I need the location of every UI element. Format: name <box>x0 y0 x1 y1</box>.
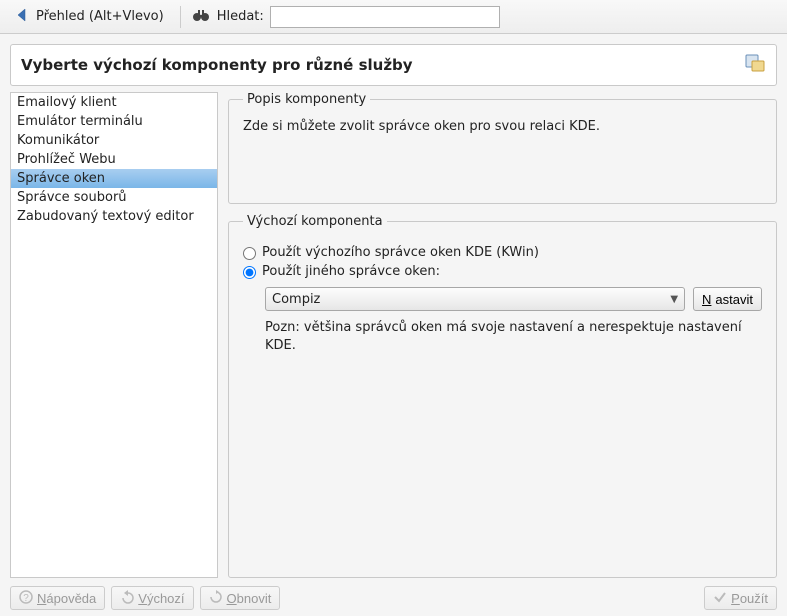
wm-note: Pozn: většina správců oken má svoje nast… <box>265 319 762 354</box>
sidebar-item[interactable]: Emulátor terminálu <box>11 112 217 131</box>
sidebar-item[interactable]: Prohlížeč Webu <box>11 150 217 169</box>
toolbar: Přehled (Alt+Vlevo) Hledat: <box>0 0 787 34</box>
reset-button[interactable]: Obnovit <box>200 586 281 610</box>
chevron-down-icon: ▼ <box>670 294 678 305</box>
page-title: Vyberte výchozí komponenty pro různé slu… <box>21 56 413 74</box>
radio-other-label: Použít jiného správce oken: <box>262 264 440 279</box>
apply-button[interactable]: Použít <box>704 586 777 610</box>
radio-kwin-input[interactable] <box>243 247 256 260</box>
default-component-group: Výchozí komponenta Použít výchozího sprá… <box>228 214 777 578</box>
content-area: Emailový klientEmulátor termináluKomunik… <box>0 92 787 582</box>
description-group: Popis komponenty Zde si můžete zvolit sp… <box>228 92 777 204</box>
component-list: Emailový klientEmulátor termináluKomunik… <box>10 92 218 578</box>
wm-dropdown-value: Compiz <box>272 292 320 307</box>
check-icon <box>713 590 727 607</box>
sidebar-item[interactable]: Komunikátor <box>11 131 217 150</box>
radio-use-other[interactable]: Použít jiného správce oken: <box>243 264 762 279</box>
description-legend: Popis komponenty <box>243 92 370 107</box>
sidebar-item[interactable]: Emailový klient <box>11 93 217 112</box>
defaults-button[interactable]: Výchozí <box>111 586 193 610</box>
back-arrow-icon <box>14 6 32 28</box>
component-icon <box>744 53 766 77</box>
binoculars-icon <box>191 7 211 27</box>
search-label: Hledat: <box>217 9 264 24</box>
radio-kwin-label: Použít výchozího správce oken KDE (KWin) <box>262 245 539 260</box>
back-label: Přehled (Alt+Vlevo) <box>36 9 164 24</box>
wm-dropdown[interactable]: Compiz ▼ <box>265 287 685 311</box>
configure-button[interactable]: Nastavit <box>693 287 762 311</box>
toolbar-separator <box>180 6 181 28</box>
page-title-bar: Vyberte výchozí komponenty pro různé slu… <box>10 44 777 86</box>
radio-other-input[interactable] <box>243 266 256 279</box>
sidebar-item[interactable]: Správce souborů <box>11 188 217 207</box>
refresh-icon <box>209 590 223 607</box>
back-button[interactable]: Přehled (Alt+Vlevo) <box>8 3 170 31</box>
search-input[interactable] <box>270 6 500 28</box>
radio-use-kwin[interactable]: Použít výchozího správce oken KDE (KWin) <box>243 245 762 260</box>
help-button[interactable]: ? Nápověda <box>10 586 105 610</box>
configure-rest: astavit <box>715 292 753 307</box>
button-bar: ? Nápověda Výchozí Obnovit Použít <box>0 582 787 616</box>
default-component-legend: Výchozí komponenta <box>243 214 387 229</box>
svg-text:?: ? <box>23 593 29 604</box>
description-text: Zde si můžete zvolit správce oken pro sv… <box>243 119 762 134</box>
undo-icon <box>120 590 134 607</box>
sidebar-item[interactable]: Zabudovaný textový editor <box>11 207 217 226</box>
right-pane: Popis komponenty Zde si můžete zvolit sp… <box>228 92 777 578</box>
wm-selector-row: Compiz ▼ Nastavit <box>265 287 762 311</box>
sidebar-item[interactable]: Správce oken <box>11 169 217 188</box>
configure-accel: N <box>702 292 711 307</box>
help-icon: ? <box>19 590 33 607</box>
